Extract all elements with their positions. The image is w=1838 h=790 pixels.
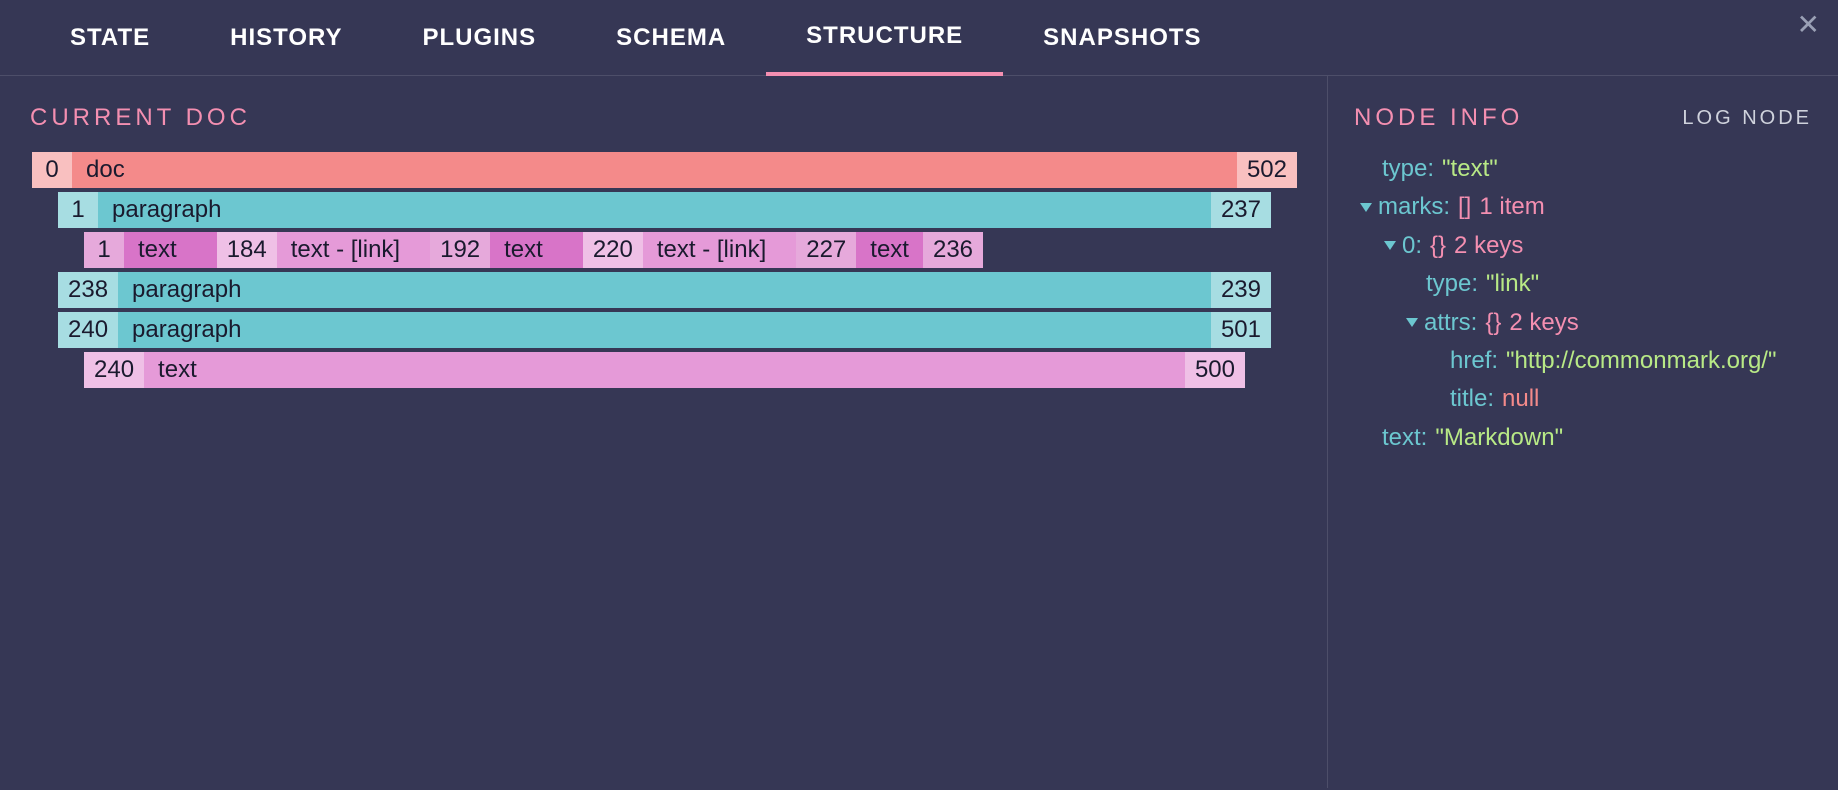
node-paragraph[interactable]: 1 paragraph 237	[32, 192, 1297, 228]
current-doc-panel: CURRENT DOC 0 doc 502 1 paragraph 237 1t…	[0, 76, 1328, 788]
node-start-pos: 238	[58, 272, 118, 308]
node-end-pos: 501	[1211, 312, 1271, 348]
seg-label: text	[490, 232, 583, 268]
seg-pos: 192	[430, 232, 490, 268]
tab-schema[interactable]: SCHEMA	[576, 2, 766, 74]
node-paragraph[interactable]: 240 paragraph 501	[32, 312, 1297, 348]
info-marks[interactable]: marks: [] 1 item	[1354, 188, 1812, 226]
caret-down-icon	[1360, 203, 1372, 212]
tab-bar: STATE HISTORY PLUGINS SCHEMA STRUCTURE S…	[0, 0, 1838, 76]
info-text[interactable]: text: "Markdown"	[1354, 419, 1812, 457]
log-node-button[interactable]: LOG NODE	[1682, 107, 1812, 130]
node-label: doc	[72, 152, 1237, 188]
node-start-pos: 0	[32, 152, 72, 188]
node-label: paragraph	[118, 272, 1211, 308]
node-end-pos: 239	[1211, 272, 1271, 308]
seg-pos: 184	[217, 232, 277, 268]
tab-plugins[interactable]: PLUGINS	[382, 2, 576, 74]
seg-label: text	[856, 232, 923, 268]
node-start-pos: 240	[84, 352, 144, 388]
info-inner-type[interactable]: type: "link"	[1354, 265, 1812, 303]
tab-history[interactable]: HISTORY	[190, 2, 382, 74]
node-end-pos: 237	[1211, 192, 1271, 228]
info-title[interactable]: title: null	[1354, 380, 1812, 418]
node-text[interactable]: 240 text 500	[32, 352, 1297, 388]
node-end-pos: 500	[1185, 352, 1245, 388]
node-end-pos: 502	[1237, 152, 1297, 188]
info-marks-0[interactable]: 0: {} 2 keys	[1354, 227, 1812, 265]
seg-label: text	[124, 232, 217, 268]
seg-pos: 220	[583, 232, 643, 268]
caret-down-icon	[1384, 241, 1396, 250]
info-href[interactable]: href: "http://commonmark.org/"	[1354, 342, 1812, 380]
node-info-title: NODE INFO	[1354, 104, 1523, 132]
current-doc-title: CURRENT DOC	[30, 104, 1297, 132]
caret-down-icon	[1406, 318, 1418, 327]
info-type[interactable]: type: "text"	[1354, 150, 1812, 188]
node-start-pos: 1	[58, 192, 98, 228]
node-label: paragraph	[118, 312, 1211, 348]
tab-snapshots[interactable]: SNAPSHOTS	[1003, 2, 1241, 74]
node-label: paragraph	[98, 192, 1211, 228]
node-start-pos: 240	[58, 312, 118, 348]
node-paragraph[interactable]: 238 paragraph 239	[32, 272, 1297, 308]
node-label: text	[144, 352, 1185, 388]
seg-pos: 1	[84, 232, 124, 268]
seg-end-pos: 236	[923, 232, 983, 268]
seg-pos: 227	[796, 232, 856, 268]
node-text-segments[interactable]: 1text 184text - [link] 192text 220text -…	[32, 232, 1297, 268]
tab-structure[interactable]: STRUCTURE	[766, 0, 1003, 76]
info-attrs[interactable]: attrs: {} 2 keys	[1354, 304, 1812, 342]
tab-state[interactable]: STATE	[30, 2, 190, 74]
node-doc[interactable]: 0 doc 502	[32, 152, 1297, 188]
close-icon[interactable]: ✕	[1797, 8, 1820, 41]
node-info-panel: NODE INFO LOG NODE type: "text" marks: […	[1328, 76, 1838, 788]
seg-label: text - [link]	[277, 232, 430, 268]
seg-label: text - [link]	[643, 232, 796, 268]
